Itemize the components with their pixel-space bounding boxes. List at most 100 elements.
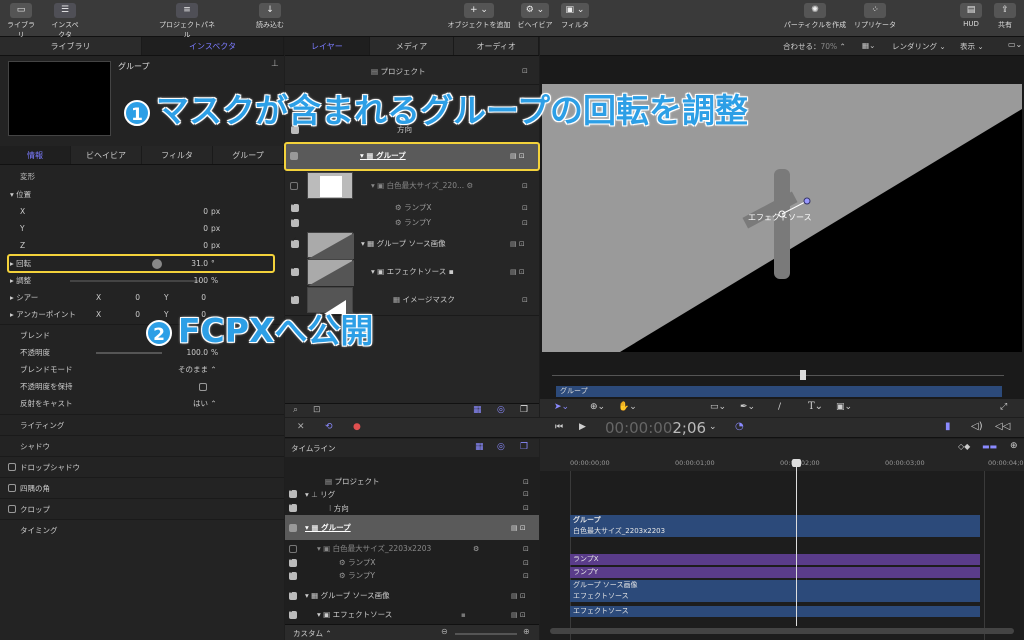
lighting-heading[interactable]: ライティング: [20, 417, 64, 434]
track-options-icon[interactable]: ▤ ⊡: [511, 524, 526, 532]
layer-effect-source[interactable]: ▾ ▣ エフェクトソース ▪: [371, 263, 454, 280]
layer-source-group[interactable]: ▾ ▦ グループ ソース画像: [361, 235, 446, 252]
timing-heading[interactable]: タイミング: [20, 522, 58, 539]
layer-project[interactable]: ▤ プロジェクト: [371, 63, 425, 80]
lock-icon[interactable]: ⊡: [522, 67, 528, 75]
layer-checkbox[interactable]: [291, 199, 299, 212]
track-options-icon[interactable]: ▤ ⊡: [511, 592, 526, 600]
effects-icon[interactable]: ▦: [475, 442, 484, 452]
filter-button[interactable]: ▣ ⌄ フィルタ: [558, 3, 592, 30]
library-button[interactable]: ▭ ライブラリ: [6, 3, 36, 40]
track-options-icon[interactable]: ▤ ⊡: [511, 611, 526, 619]
film-icon[interactable]: ▮: [945, 421, 951, 432]
clip-white-image[interactable]: 白色最大サイズ_2203x2203: [570, 526, 980, 537]
track-checkbox[interactable]: [289, 499, 297, 512]
render-popup[interactable]: レンダリング ⌄: [892, 41, 946, 52]
replicator-button[interactable]: ⁘ リプリケータ: [852, 3, 898, 30]
view-popup[interactable]: 表示 ⌄: [960, 41, 984, 52]
skip-start-icon[interactable]: ⏮: [555, 422, 563, 432]
track-source-group[interactable]: ▾ ▦ グループ ソース画像: [305, 587, 390, 604]
shape-tool-icon[interactable]: ▭⌄: [710, 402, 726, 412]
x-value[interactable]: 0: [190, 203, 208, 220]
tab-behaviors[interactable]: ビヘイビア: [71, 146, 142, 164]
layer-checkbox[interactable]: [291, 214, 299, 227]
lock-icon[interactable]: ⊡: [522, 182, 528, 190]
project-panel-button[interactable]: ≡ プロジェクトパネル: [156, 3, 218, 40]
tab-audio[interactable]: オーディオ: [454, 37, 540, 55]
play-icon[interactable]: ▶: [579, 422, 586, 432]
share-button[interactable]: ⇪ 共有: [992, 3, 1018, 30]
drop-shadow-heading[interactable]: ドロップシャドウ: [20, 459, 80, 476]
layer-white-image[interactable]: ▾ ▣ 白色最大サイズ_220... ⚙: [371, 177, 473, 194]
inspector-button[interactable]: ☰ インスペクタ: [48, 3, 82, 40]
drop-shadow-checkbox[interactable]: [8, 463, 16, 471]
clip-ramp-y[interactable]: ランプY: [570, 567, 980, 578]
four-corner-checkbox[interactable]: [8, 484, 16, 492]
anchor-row[interactable]: ▸ アンカーポイント: [10, 306, 76, 323]
layer-checkbox[interactable]: [291, 263, 299, 276]
lock-icon[interactable]: ⊡: [523, 504, 529, 512]
crop-checkbox[interactable]: [8, 505, 16, 513]
timeline-scrollbar[interactable]: [550, 628, 1014, 634]
shear-y-value[interactable]: 0: [196, 289, 206, 306]
search-icon[interactable]: ⌕: [293, 405, 298, 415]
add-layer-icon[interactable]: ⊡: [313, 405, 321, 415]
shear-row[interactable]: ▸ シアー: [10, 289, 38, 306]
pen-tool-icon[interactable]: ✒⌄: [740, 402, 755, 412]
clip-group[interactable]: グループ: [570, 515, 980, 526]
track-checkbox[interactable]: [289, 524, 297, 532]
clock-icon[interactable]: ◔: [735, 421, 744, 432]
track-checkbox[interactable]: [289, 485, 297, 498]
lock-icon[interactable]: ⊡: [523, 490, 529, 498]
lock-icon[interactable]: ⊡: [522, 204, 528, 212]
lock-icon[interactable]: ⊡: [522, 296, 528, 304]
blend-mode-popup[interactable]: そのまま ⌃: [178, 361, 217, 378]
audio-icon[interactable]: ◁): [971, 421, 983, 432]
tab-info[interactable]: 情報: [0, 146, 71, 164]
layer-options-icon[interactable]: ▤ ⊡: [510, 268, 525, 276]
text-tool-icon[interactable]: T⌄: [808, 401, 823, 412]
playhead-handle[interactable]: [792, 459, 801, 467]
scale-row[interactable]: ▸ 調整: [10, 272, 31, 289]
layer-ramp-y[interactable]: ⚙ ランプY: [395, 214, 431, 231]
shading-heading[interactable]: シャドウ: [20, 438, 50, 455]
tab-filters[interactable]: フィルタ: [142, 146, 213, 164]
clip-effect-source[interactable]: エフェクトソース: [570, 591, 980, 602]
show-behaviors-icon[interactable]: ◎: [497, 405, 505, 415]
mask-tool-icon[interactable]: ▣⌄: [836, 402, 852, 412]
zoom-in-icon[interactable]: ⊕: [523, 627, 530, 636]
clip-source-group[interactable]: グループ ソース画像: [570, 580, 980, 591]
anchor-tool-icon[interactable]: ⊕⌄: [590, 402, 605, 412]
paint-tool-icon[interactable]: /: [778, 402, 781, 412]
gear-icon[interactable]: ⚙: [473, 545, 479, 553]
shear-x-value[interactable]: 0: [130, 289, 140, 306]
y-value[interactable]: 0: [190, 220, 208, 237]
tab-group[interactable]: グループ: [213, 146, 284, 164]
track-checkbox[interactable]: [289, 606, 297, 619]
anchor-x-value[interactable]: 0: [130, 306, 140, 323]
keyframe-icon[interactable]: ◇◆: [958, 442, 970, 451]
lock-icon[interactable]: ⊡: [523, 572, 529, 580]
expand-icon[interactable]: ⤢: [1000, 402, 1007, 412]
rewind-icon[interactable]: ◁◁: [995, 421, 1010, 432]
lock-icon[interactable]: ⊡: [523, 559, 529, 567]
color-channel-icon[interactable]: ▦⌄: [862, 41, 875, 50]
cast-reflection-popup[interactable]: はい ⌃: [193, 395, 217, 412]
select-tool-icon[interactable]: ➤⌄: [554, 402, 569, 412]
add-object-button[interactable]: + ⌄ オブジェクトを追加: [446, 3, 512, 30]
preserve-opacity-checkbox[interactable]: [199, 383, 207, 391]
record-icon[interactable]: ●: [353, 422, 361, 432]
snap-icon[interactable]: ▬▬: [982, 442, 997, 451]
layer-checkbox[interactable]: [291, 291, 299, 304]
mini-track[interactable]: グループ: [556, 386, 1002, 397]
z-value[interactable]: 0: [190, 237, 208, 254]
pin-icon[interactable]: ⊥: [271, 59, 279, 69]
lock-icon[interactable]: ⊡: [523, 478, 529, 486]
track-effect-source[interactable]: ▾ ▣ エフェクトソース: [317, 606, 392, 623]
layer-options-icon[interactable]: ▤ ⊡: [510, 240, 525, 248]
clip-ramp-x[interactable]: ランプX: [570, 554, 980, 565]
timecode-menu-icon[interactable]: ⌄: [709, 422, 717, 432]
track-checkbox[interactable]: [289, 567, 297, 580]
lock-icon[interactable]: ⊡: [522, 219, 528, 227]
track-group[interactable]: ▾ ▦ グループ: [305, 519, 351, 536]
